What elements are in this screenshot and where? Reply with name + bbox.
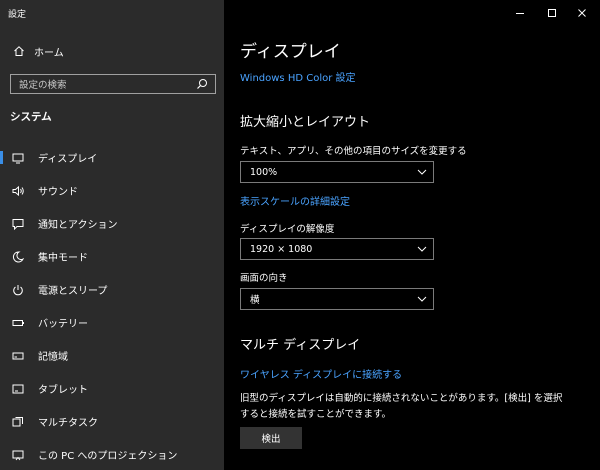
multitask-icon: [9, 416, 27, 428]
orientation-dropdown[interactable]: 横: [240, 288, 434, 310]
sidebar-item-sound[interactable]: サウンド: [0, 174, 224, 207]
chevron-down-icon: [411, 246, 433, 252]
main-content: ディスプレイ Windows HD Color 設定 拡大縮小とレイアウト テキ…: [224, 0, 600, 470]
resolution-label: ディスプレイの解像度: [240, 224, 335, 235]
hd-color-link[interactable]: Windows HD Color 設定: [240, 69, 356, 84]
sidebar-item-focus[interactable]: 集中モード: [0, 240, 224, 273]
sidebar-item-power[interactable]: 電源とスリープ: [0, 273, 224, 306]
monitor-icon: [9, 152, 27, 164]
sidebar-item-label: タブレット: [38, 385, 88, 396]
resolution-value: 1920 × 1080: [250, 243, 313, 255]
home-label: ホーム: [34, 47, 64, 59]
close-icon: [577, 3, 587, 22]
projection-icon: [9, 449, 27, 461]
multi-display-heading: マルチ ディスプレイ: [240, 338, 361, 353]
scale-label: テキスト、アプリ、その他の項目のサイズを変更する: [240, 146, 467, 157]
advanced-scale-link[interactable]: 表示スケールの詳細設定: [240, 193, 350, 208]
detect-description: 旧型のディスプレイは自動的に接続されないことがあります。[検出] を選択すると接…: [240, 393, 563, 420]
scale-layout-heading: 拡大縮小とレイアウト: [240, 115, 371, 130]
chevron-down-icon: [411, 296, 433, 302]
sidebar-item-label: バッテリー: [38, 319, 88, 330]
maximize-icon: [547, 3, 557, 22]
sidebar-item-multitask[interactable]: マルチタスク: [0, 405, 224, 438]
sidebar-nav: ディスプレイ サウンド 通知とアクション 集中モード 電源とスリープ バッテリー…: [0, 141, 224, 470]
close-button[interactable]: [564, 0, 600, 24]
page-title: ディスプレイ: [240, 42, 341, 62]
sidebar-item-display[interactable]: ディスプレイ: [0, 141, 224, 174]
resolution-dropdown[interactable]: 1920 × 1080: [240, 238, 434, 260]
message-icon: [9, 218, 27, 230]
sidebar-item-label: サウンド: [38, 187, 78, 198]
sidebar-item-label: 集中モード: [38, 253, 88, 264]
section-title: システム: [10, 111, 52, 123]
battery-icon: [9, 317, 27, 329]
sidebar-item-projection[interactable]: この PC へのプロジェクション: [0, 438, 224, 470]
scale-value: 100%: [250, 166, 278, 178]
minimize-button[interactable]: [502, 0, 538, 24]
sidebar-item-notifications[interactable]: 通知とアクション: [0, 207, 224, 240]
scale-dropdown[interactable]: 100%: [240, 161, 434, 183]
sidebar-item-label: マルチタスク: [38, 418, 98, 429]
sidebar-item-label: 電源とスリープ: [38, 286, 108, 297]
sidebar: 設定 ホーム 設定の検索 システム ディスプレイ サウンド 通知とアクション 集…: [0, 0, 224, 470]
sidebar-item-battery[interactable]: バッテリー: [0, 306, 224, 339]
storage-icon: [9, 350, 27, 362]
sidebar-item-label: 通知とアクション: [38, 220, 118, 231]
orientation-value: 横: [250, 295, 260, 306]
orientation-label: 画面の向き: [240, 273, 288, 284]
sidebar-item-storage[interactable]: 記憶域: [0, 339, 224, 372]
sidebar-item-label: この PC へのプロジェクション: [38, 451, 178, 462]
selection-indicator: [0, 151, 3, 164]
home-nav-item[interactable]: ホーム: [10, 42, 64, 60]
detect-button[interactable]: 検出: [240, 427, 302, 449]
search-input[interactable]: 設定の検索: [10, 74, 216, 94]
sidebar-item-tablet[interactable]: タブレット: [0, 372, 224, 405]
app-title: 設定: [8, 10, 27, 20]
tablet-icon: [9, 383, 27, 395]
power-icon: [9, 284, 27, 296]
speaker-icon: [9, 185, 27, 197]
search-placeholder: 設定の検索: [19, 80, 67, 91]
minimize-icon: [515, 3, 525, 22]
search-icon[interactable]: [195, 77, 209, 91]
sidebar-item-label: ディスプレイ: [38, 154, 98, 165]
wireless-display-link[interactable]: ワイヤレス ディスプレイに接続する: [240, 366, 402, 381]
moon-icon: [9, 250, 27, 263]
chevron-down-icon: [411, 169, 433, 175]
home-icon: [10, 45, 28, 57]
sidebar-item-label: 記憶域: [38, 352, 68, 363]
